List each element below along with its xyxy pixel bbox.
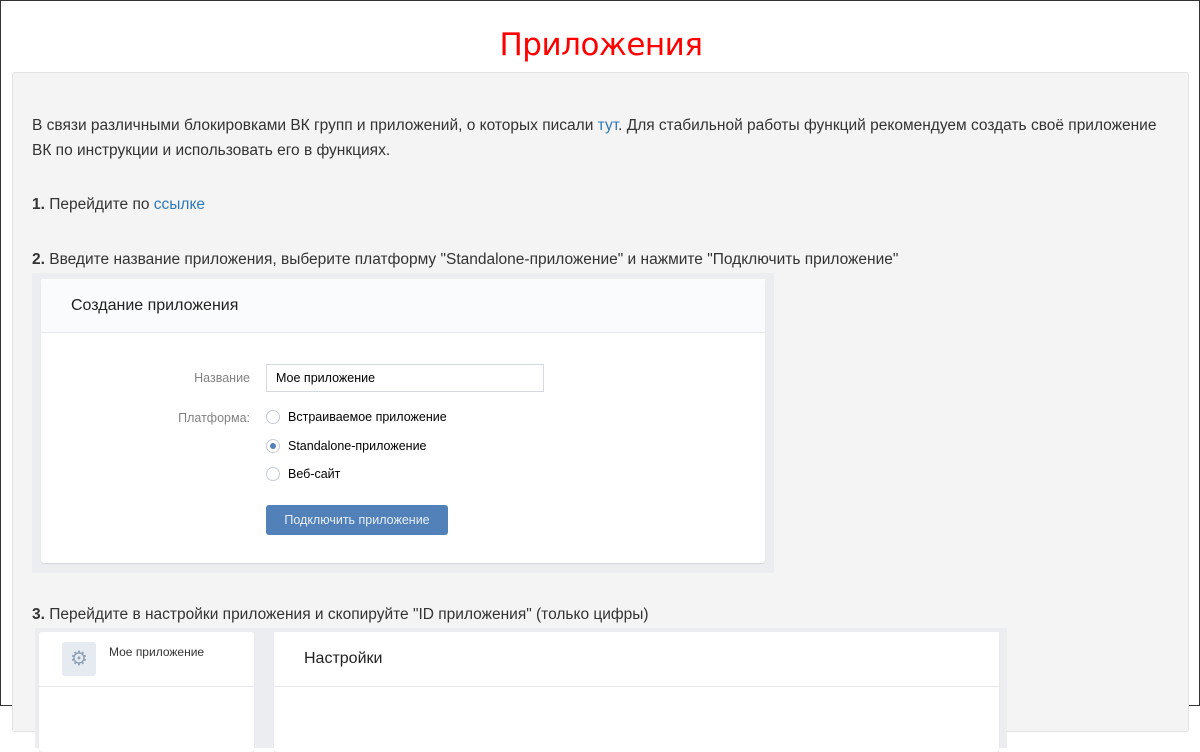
here-link[interactable]: тут bbox=[598, 117, 618, 134]
radio-checked-icon bbox=[266, 439, 280, 453]
settings-title: Настройки bbox=[274, 632, 999, 687]
radio-website[interactable]: Веб-сайт bbox=[266, 467, 340, 481]
radio-icon bbox=[266, 410, 280, 424]
radio-standalone[interactable]: Standalone-приложение bbox=[266, 439, 427, 453]
settings-card: Настройки bbox=[274, 632, 999, 752]
radio-embedded[interactable]: Встраиваемое приложение bbox=[266, 410, 447, 424]
link-link[interactable]: ссылке bbox=[154, 196, 205, 213]
step-1: 1. Перейдите по ссылке bbox=[32, 196, 206, 213]
connect-app-button[interactable]: Подключить приложение bbox=[266, 505, 448, 535]
app-sidebar-card: ⚙ Мое приложение bbox=[39, 632, 254, 752]
name-label: Название bbox=[194, 371, 250, 385]
create-app-screenshot: Создание приложения Название Мое приложе… bbox=[32, 273, 774, 573]
settings-screenshot: ⚙ Мое приложение Настройки bbox=[35, 628, 1007, 752]
radio-icon bbox=[266, 467, 280, 481]
gear-icon: ⚙ bbox=[62, 642, 96, 676]
platform-label: Платформа: bbox=[178, 411, 250, 425]
intro-text: В связи различными блокировками ВК групп… bbox=[32, 117, 1157, 159]
app-name: Мое приложение bbox=[109, 645, 205, 659]
page-title: Приложения bbox=[499, 27, 703, 63]
divider bbox=[39, 686, 254, 687]
content-panel: В связи различными блокировками ВК групп… bbox=[12, 72, 1189, 752]
create-app-card: Создание приложения Название Мое приложе… bbox=[41, 279, 765, 563]
name-input[interactable]: Мое приложение bbox=[266, 364, 544, 392]
step-3: 3. Перейдите в настройки приложения и ск… bbox=[32, 606, 649, 623]
card-title: Создание приложения bbox=[41, 279, 765, 333]
step-2: 2. Введите название приложения, выберите… bbox=[32, 251, 899, 268]
